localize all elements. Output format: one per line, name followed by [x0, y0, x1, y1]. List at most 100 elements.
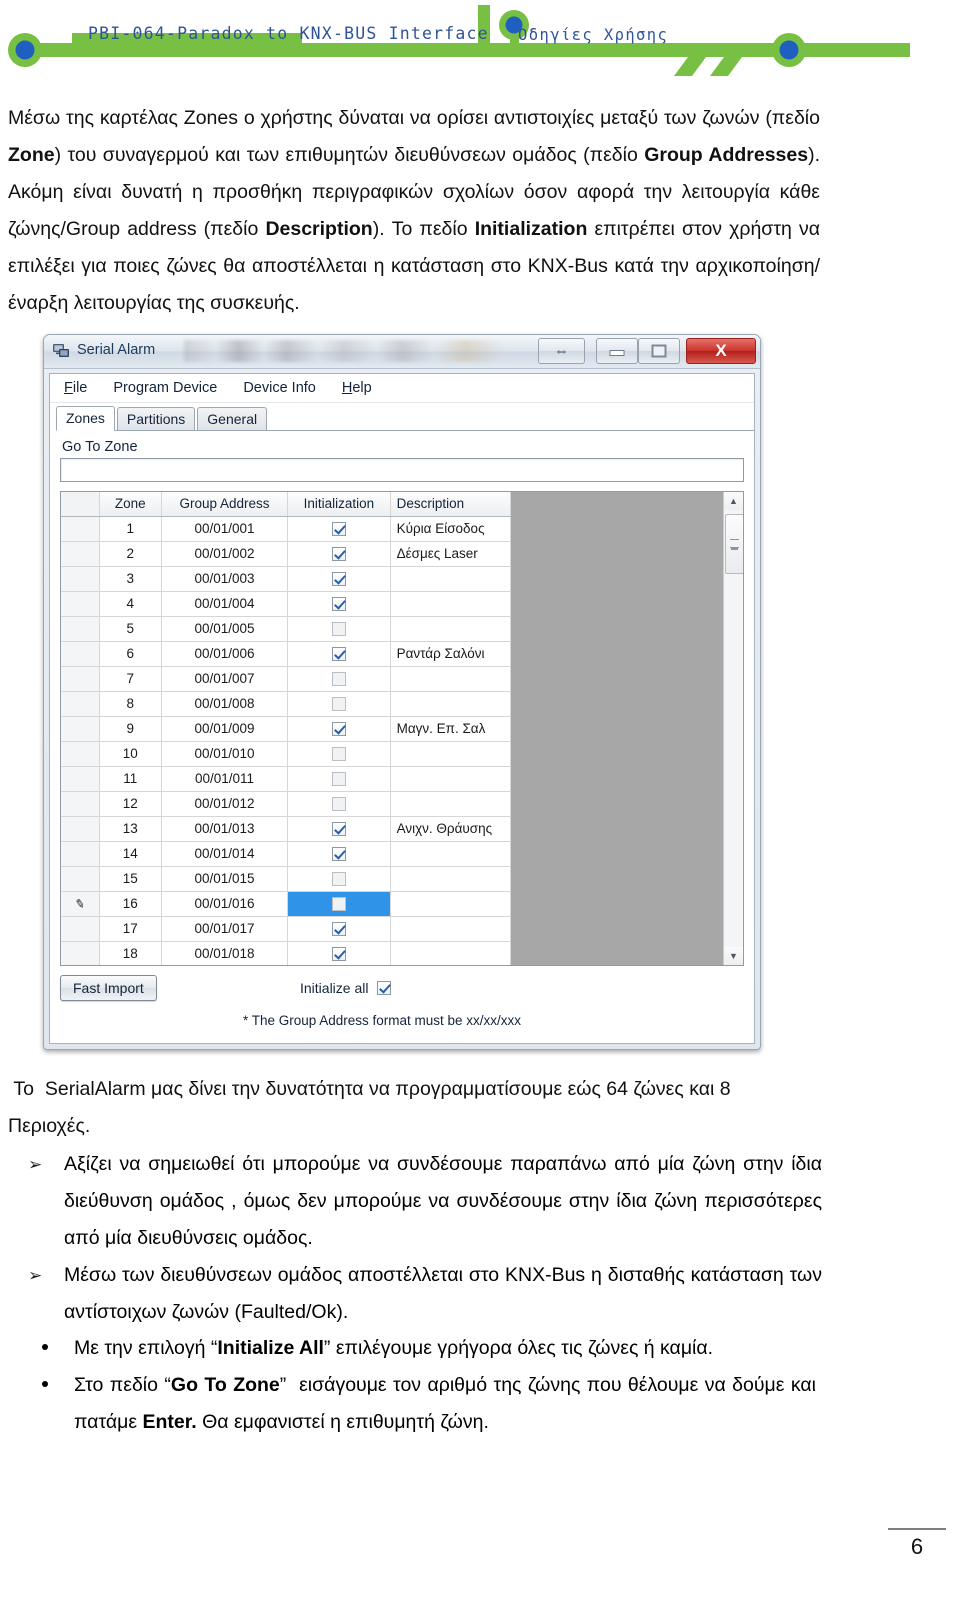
- cell-group-address[interactable]: 00/01/005: [161, 616, 289, 642]
- table-row[interactable]: 7 00/01/007: [61, 666, 512, 692]
- initialization-checkbox[interactable]: [331, 697, 346, 712]
- scroll-up-arrow-icon[interactable]: ▲: [724, 492, 743, 510]
- column-header-group-address[interactable]: Group Address: [161, 492, 289, 517]
- cell-description[interactable]: [390, 766, 512, 792]
- window-minimize-button[interactable]: [596, 338, 638, 364]
- cell-description[interactable]: [390, 566, 512, 592]
- table-row[interactable]: 13 00/01/013 Ανιχν. Θράυσης: [61, 816, 512, 842]
- cell-group-address[interactable]: 00/01/007: [161, 666, 289, 692]
- cell-zone[interactable]: 5: [99, 616, 162, 642]
- cell-initialization[interactable]: [287, 741, 391, 767]
- row-selector-cell[interactable]: [61, 791, 100, 817]
- row-selector-cell[interactable]: [61, 591, 100, 617]
- table-row[interactable]: 11 00/01/011: [61, 766, 512, 792]
- cell-group-address[interactable]: 00/01/002: [161, 541, 289, 567]
- cell-group-address[interactable]: 00/01/006: [161, 641, 289, 667]
- initialization-checkbox[interactable]: [331, 747, 346, 762]
- table-row[interactable]: 8 00/01/008: [61, 691, 512, 717]
- cell-group-address[interactable]: 00/01/014: [161, 841, 289, 867]
- cell-description[interactable]: [390, 666, 512, 692]
- go-to-zone-input[interactable]: [60, 458, 744, 482]
- column-header-initialization[interactable]: Initialization: [287, 492, 391, 517]
- cell-zone[interactable]: 10: [99, 741, 162, 767]
- cell-initialization[interactable]: [287, 866, 391, 892]
- table-row[interactable]: 10 00/01/010: [61, 741, 512, 767]
- cell-initialization[interactable]: [287, 666, 391, 692]
- menu-item-help[interactable]: Help: [342, 380, 372, 396]
- initialization-checkbox[interactable]: [331, 922, 346, 937]
- row-selector-cell[interactable]: [61, 741, 100, 767]
- initialization-checkbox[interactable]: [331, 597, 346, 612]
- initialization-checkbox[interactable]: [331, 522, 346, 537]
- table-row[interactable]: 2 00/01/002 Δέσμες Laser: [61, 541, 512, 567]
- table-row[interactable]: 1 00/01/001 Κύρια Είσοδος: [61, 516, 512, 542]
- row-selector-cell[interactable]: [61, 716, 100, 742]
- table-row[interactable]: 3 00/01/003: [61, 566, 512, 592]
- initialization-checkbox[interactable]: [331, 672, 346, 687]
- table-row[interactable]: 4 00/01/004: [61, 591, 512, 617]
- column-header-description[interactable]: Description: [390, 492, 512, 517]
- row-selector-cell[interactable]: [61, 566, 100, 592]
- cell-description[interactable]: [390, 841, 512, 867]
- cell-zone[interactable]: 2: [99, 541, 162, 567]
- initialization-checkbox[interactable]: [331, 847, 346, 862]
- cell-description[interactable]: [390, 616, 512, 642]
- table-row[interactable]: 9 00/01/009 Μαγν. Επ. Σαλ: [61, 716, 512, 742]
- initialization-checkbox[interactable]: [331, 822, 346, 837]
- cell-group-address[interactable]: 00/01/018: [161, 941, 289, 965]
- grid-vertical-scrollbar[interactable]: ▲ ▼: [723, 492, 743, 965]
- cell-description[interactable]: Ραντάρ Σαλόνι: [390, 641, 512, 667]
- initialization-checkbox[interactable]: [331, 872, 346, 887]
- row-selector-cell[interactable]: [61, 691, 100, 717]
- cell-description[interactable]: [390, 791, 512, 817]
- initialization-checkbox[interactable]: [331, 797, 346, 812]
- cell-group-address[interactable]: 00/01/012: [161, 791, 289, 817]
- table-row[interactable]: 5 00/01/005: [61, 616, 512, 642]
- cell-initialization[interactable]: [287, 541, 391, 567]
- cell-zone[interactable]: 7: [99, 666, 162, 692]
- cell-description[interactable]: Κύρια Είσοδος: [390, 516, 512, 542]
- cell-initialization[interactable]: [287, 841, 391, 867]
- cell-group-address[interactable]: 00/01/016: [161, 891, 289, 917]
- table-row[interactable]: 17 00/01/017: [61, 916, 512, 942]
- cell-group-address[interactable]: 00/01/001: [161, 516, 289, 542]
- cell-initialization[interactable]: [287, 691, 391, 717]
- cell-description[interactable]: [390, 916, 512, 942]
- cell-description[interactable]: Ανιχν. Θράυσης: [390, 816, 512, 842]
- menu-item-program-device[interactable]: Program Device: [113, 380, 217, 396]
- initialization-checkbox[interactable]: [331, 722, 346, 737]
- cell-description[interactable]: [390, 891, 512, 917]
- row-selector-cell[interactable]: [61, 866, 100, 892]
- cell-group-address[interactable]: 00/01/013: [161, 816, 289, 842]
- cell-zone[interactable]: 18: [99, 941, 162, 965]
- window-close-button[interactable]: X: [686, 338, 756, 364]
- window-restore-size-button[interactable]: ⇔: [538, 338, 585, 364]
- initialization-checkbox[interactable]: [331, 647, 346, 662]
- cell-description[interactable]: Δέσμες Laser: [390, 541, 512, 567]
- cell-description[interactable]: [390, 691, 512, 717]
- cell-description[interactable]: [390, 941, 512, 965]
- cell-group-address[interactable]: 00/01/003: [161, 566, 289, 592]
- fast-import-button[interactable]: Fast Import: [60, 975, 157, 1001]
- initialization-checkbox[interactable]: [331, 772, 346, 787]
- cell-initialization[interactable]: [287, 716, 391, 742]
- cell-zone[interactable]: 17: [99, 916, 162, 942]
- cell-initialization[interactable]: [287, 516, 391, 542]
- row-selector-cell[interactable]: [61, 666, 100, 692]
- table-row[interactable]: 6 00/01/006 Ραντάρ Σαλόνι: [61, 641, 512, 667]
- initialization-checkbox[interactable]: [331, 897, 346, 912]
- row-selector-cell[interactable]: [61, 766, 100, 792]
- tab-general[interactable]: General: [197, 407, 268, 430]
- cell-description[interactable]: Μαγν. Επ. Σαλ: [390, 716, 512, 742]
- row-selector-cell[interactable]: [61, 941, 100, 965]
- cell-zone[interactable]: 6: [99, 641, 162, 667]
- window-maximize-button[interactable]: [638, 338, 680, 364]
- table-row[interactable]: 12 00/01/012: [61, 791, 512, 817]
- cell-zone[interactable]: 14: [99, 841, 162, 867]
- row-selector-cell[interactable]: ✎: [61, 891, 100, 917]
- table-row[interactable]: 18 00/01/018: [61, 941, 512, 965]
- initialization-checkbox[interactable]: [331, 622, 346, 637]
- cell-zone[interactable]: 15: [99, 866, 162, 892]
- column-header-selector[interactable]: [61, 492, 100, 517]
- row-selector-cell[interactable]: [61, 816, 100, 842]
